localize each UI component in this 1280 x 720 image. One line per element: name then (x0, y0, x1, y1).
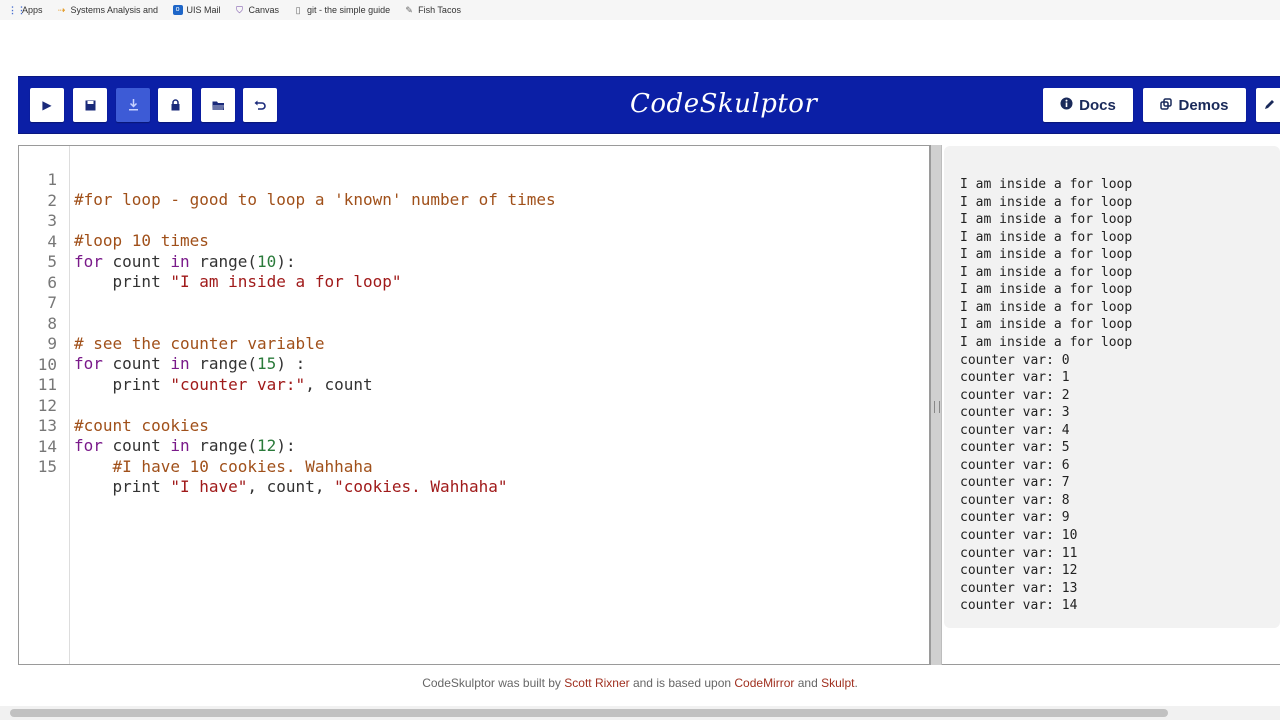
output-line: counter var: 7 (960, 475, 1070, 491)
document-icon: ▯ (295, 5, 301, 15)
horizontal-scrollbar[interactable] (0, 706, 1280, 720)
footer-text: CodeSkulptor was built by (422, 676, 565, 690)
output-line: I am inside a for loop (960, 317, 1133, 333)
bookmarks-bar: ⋮⋮ Apps ⇢ Systems Analysis and De o UIS … (0, 0, 1280, 20)
app-brand-title: CodeSkulptor (630, 89, 818, 119)
bookmark-label: Fish Tacos (418, 5, 461, 15)
bookmark-git-guide[interactable]: ▯ git - the simple guide (293, 5, 391, 15)
code-line-2: 2 (19, 171, 919, 210)
output-line: counter var: 13 (960, 580, 1078, 596)
bookmark-label: Apps (22, 5, 43, 15)
output-console: I am inside a for loop I am inside a for … (944, 146, 1280, 628)
output-line: counter var: 2 (960, 387, 1070, 403)
output-line: I am inside a for loop (960, 212, 1133, 228)
folder-icon (212, 101, 224, 110)
reset-button[interactable] (243, 88, 277, 122)
code-text: #I have 10 cookies. Wahhaha (112, 457, 373, 476)
header-bar: ▶ CodeSkulptor Docs Demos (18, 76, 1280, 134)
output-line: counter var: 5 (960, 440, 1070, 456)
shield-icon: ⛉ (236, 5, 243, 15)
bookmark-label: Systems Analysis and De (70, 5, 159, 15)
splitter-grip-icon[interactable] (934, 401, 940, 413)
output-line: counter var: 12 (960, 563, 1078, 579)
bookmark-label: UIS Mail (186, 5, 221, 15)
save-button[interactable] (73, 88, 107, 122)
code-text: print "I have", count, "cookies. Wahhaha… (74, 477, 508, 496)
output-line: counter var: 14 (960, 598, 1078, 614)
code-line-15: 15 print "I have", count, "cookies. Wahh… (19, 437, 919, 496)
output-line: counter var: 10 (960, 528, 1078, 543)
output-line: I am inside a for loop (960, 247, 1133, 263)
more-button[interactable] (1256, 88, 1280, 122)
play-icon: ▶ (42, 98, 52, 112)
code-line-9: 9 for count in range(15) : (19, 314, 919, 373)
output-line: I am inside a for loop (960, 299, 1133, 315)
output-line: I am inside a for loop (960, 334, 1133, 350)
footer-text: and (794, 676, 822, 690)
code-line-7: 7 (19, 273, 919, 312)
output-line: I am inside a for loop (960, 282, 1133, 298)
code-line-4: 4 for count in range(10): (19, 212, 919, 271)
output-line: I am inside a for loop (960, 194, 1133, 210)
pen-icon: ✎ (405, 5, 413, 15)
code-line-12: 12 #count cookies (19, 376, 919, 435)
bookmark-uis-mail[interactable]: o UIS Mail (172, 5, 221, 15)
docs-button[interactable]: Docs (1043, 88, 1133, 122)
pane-splitter[interactable] (930, 145, 942, 665)
skulpt-link[interactable]: Skulpt (821, 676, 854, 690)
code-line-13: 13 for count in range(12): (19, 396, 919, 455)
output-line: counter var: 1 (960, 370, 1070, 386)
code-line-10: 10 print "counter var:", count (19, 335, 919, 394)
code-line-3: 3 #loop 10 times (19, 191, 919, 250)
arrow-icon: ⇢ (57, 5, 66, 15)
bookmark-canvas[interactable]: ⛉ Canvas (235, 5, 280, 15)
code-line-14: 14 #I have 10 cookies. Wahhaha (19, 417, 919, 476)
code-editor[interactable]: 1 #for loop - good to loop a 'known' num… (18, 145, 930, 665)
info-icon (1060, 97, 1073, 113)
output-line: I am inside a for loop (960, 229, 1133, 245)
output-line: counter var: 6 (960, 457, 1070, 473)
outlook-icon: o (172, 5, 183, 15)
run-button[interactable]: ▶ (30, 88, 64, 122)
fresh-url-button[interactable] (158, 88, 192, 122)
output-line: I am inside a for loop (960, 177, 1133, 192)
code-line-8: 8 # see the counter variable (19, 294, 919, 353)
save-icon (85, 100, 95, 110)
output-line: I am inside a for loop (960, 264, 1133, 280)
code-line-11: 11 (19, 355, 919, 394)
scrollbar-thumb[interactable] (10, 709, 1168, 717)
output-line: counter var: 4 (960, 422, 1070, 438)
download-icon (128, 99, 138, 111)
apps-grid-icon: ⋮⋮ (8, 5, 26, 15)
docs-label: Docs (1079, 96, 1116, 114)
output-line: counter var: 8 (960, 492, 1070, 508)
author-link[interactable]: Scott Rixner (564, 676, 629, 690)
bookmark-systems-analysis[interactable]: ⇢ Systems Analysis and De (57, 5, 159, 15)
output-line: counter var: 3 (960, 405, 1070, 421)
bookmark-label: Canvas (248, 5, 280, 15)
open-button[interactable] (201, 88, 235, 122)
lock-icon (171, 99, 179, 111)
output-line: counter var: 0 (960, 352, 1070, 368)
link-icon (1160, 97, 1173, 113)
code-line-6: 6 (19, 253, 919, 292)
undo-icon (254, 100, 266, 110)
code-line-1: 1 #for loop - good to loop a 'known' num… (19, 150, 919, 209)
footer-credits: CodeSkulptor was built by Scott Rixner a… (0, 676, 1280, 690)
footer-text: and is based upon (629, 676, 735, 690)
bookmark-fish-tacos[interactable]: ✎ Fish Tacos (404, 5, 461, 15)
line-number: 15 (37, 457, 57, 476)
output-border (942, 664, 1280, 665)
output-line: counter var: 9 (960, 510, 1070, 526)
pencil-icon (1264, 97, 1276, 114)
footer-text: . (854, 676, 858, 690)
demos-label: Demos (1178, 96, 1229, 114)
code-line-5: 5 print "I am inside a for loop" (19, 232, 919, 291)
codemirror-link[interactable]: CodeMirror (734, 676, 794, 690)
bookmark-label: git - the simple guide (307, 5, 391, 15)
output-line: counter var: 11 (960, 545, 1078, 561)
demos-button[interactable]: Demos (1143, 88, 1246, 122)
bookmark-apps[interactable]: ⋮⋮ Apps (8, 5, 43, 15)
download-button[interactable] (116, 88, 150, 122)
